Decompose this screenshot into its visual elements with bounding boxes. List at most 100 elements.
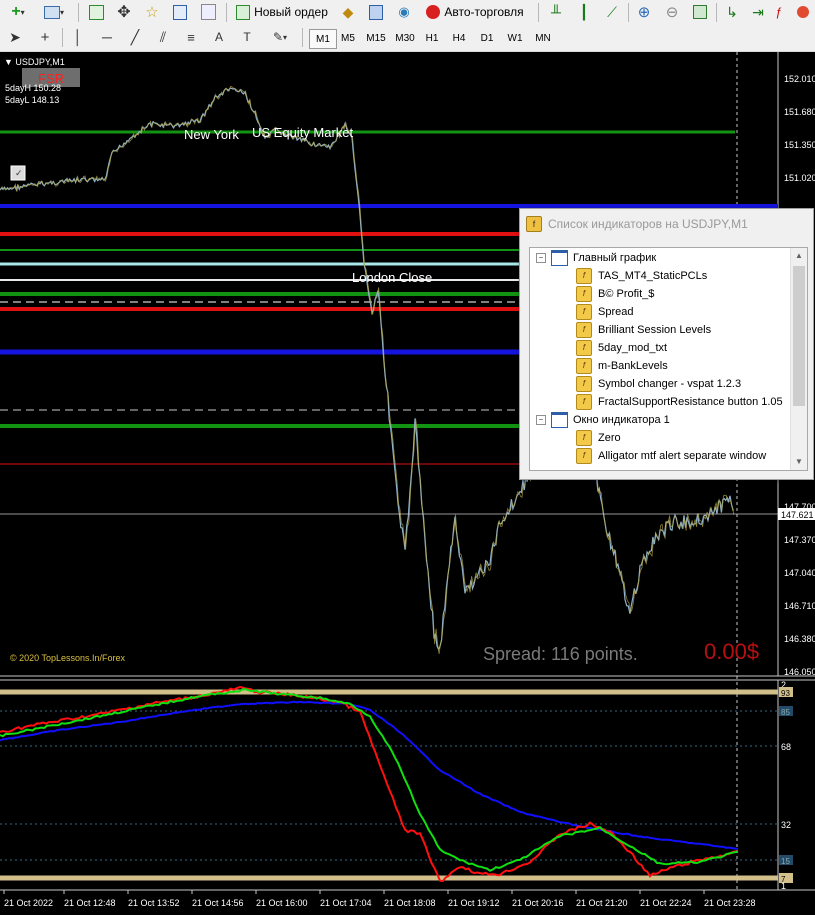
- metaeditor-button[interactable]: ◆: [338, 2, 358, 22]
- timeframe-mn[interactable]: MN: [531, 29, 555, 47]
- tree-item-indicator[interactable]: f Alligator mtf alert separate window: [576, 447, 766, 465]
- indicator-fx-icon: f: [576, 448, 592, 464]
- scroll-down-icon[interactable]: ▼: [791, 454, 807, 470]
- indicator-list-window[interactable]: f Список индикаторов на USDJPY,M1 − Глав…: [519, 208, 814, 480]
- indicator-fx-icon: f: [576, 286, 592, 302]
- session-london-close-label: London Close: [352, 270, 432, 285]
- timeframe-m5[interactable]: M5: [336, 29, 360, 47]
- indicator-tree[interactable]: − Главный график f TAS_MT4_StaticPCLs f B©…: [529, 247, 808, 471]
- indicator-icon: f: [526, 216, 542, 232]
- zoom-out-icon: ⊖: [665, 4, 679, 21]
- sub-axis-tick: 32: [781, 820, 791, 830]
- label-button[interactable]: T: [236, 27, 258, 47]
- zoom-out-button[interactable]: ⊖: [662, 2, 682, 22]
- tile-windows-icon: [693, 5, 707, 19]
- timeframe-m1[interactable]: M1: [309, 29, 337, 49]
- scroll-up-icon[interactable]: ▲: [791, 248, 807, 264]
- separator: [226, 3, 227, 22]
- terminal-button[interactable]: [170, 2, 190, 22]
- signals-button[interactable]: ◉: [394, 2, 414, 22]
- timeframe-h4[interactable]: H4: [447, 29, 471, 47]
- trendline-button[interactable]: ╱: [124, 27, 146, 47]
- subwindow-levels: [0, 689, 778, 881]
- vertical-line-icon: │: [73, 29, 83, 45]
- scrollbar-thumb[interactable]: [793, 266, 805, 406]
- copyright-label: © 2020 TopLessons.In/Forex: [10, 653, 126, 663]
- price-tick: 151.350: [784, 140, 815, 150]
- chart-shift-button[interactable]: ⇥: [748, 2, 768, 22]
- sub-level-label: 85: [781, 708, 790, 717]
- text-button[interactable]: A: [208, 27, 230, 47]
- tree-item-indicator[interactable]: f Brilliant Session Levels: [576, 321, 711, 339]
- autoscroll-button[interactable]: ↳: [722, 2, 742, 22]
- channel-icon: ⫽: [159, 28, 167, 45]
- shapes-icon: ✎: [272, 30, 284, 44]
- tile-windows-button[interactable]: [690, 2, 710, 22]
- channel-button[interactable]: ⫽: [152, 27, 174, 47]
- profiles-button[interactable]: ▾: [40, 2, 68, 22]
- timeframe-w1[interactable]: W1: [503, 29, 527, 47]
- tree-group-indicator-window[interactable]: − Окно индикатора 1: [536, 411, 670, 429]
- vertical-line-button[interactable]: │: [68, 27, 88, 47]
- price-tick: 146.710: [784, 601, 815, 611]
- chevron-down-icon: ▾: [59, 7, 64, 17]
- tree-item-indicator[interactable]: f 5day_mod_txt: [576, 339, 667, 357]
- new-order-button[interactable]: Новый ордер: [234, 2, 330, 22]
- tree-item-indicator[interactable]: f Symbol changer - vspat 1.2.3: [576, 375, 741, 393]
- separator: [716, 3, 717, 22]
- price-tick: 147.040: [784, 568, 815, 578]
- tree-item-label: B© Profit_$: [598, 288, 655, 300]
- tree-item-indicator[interactable]: f FractalSupportResistance button 1.05: [576, 393, 783, 411]
- collapse-icon[interactable]: −: [536, 415, 546, 425]
- tree-item-indicator[interactable]: f B© Profit_$: [576, 285, 654, 303]
- autotrading-button[interactable]: Авто-торговля: [420, 2, 530, 22]
- market-button[interactable]: [366, 2, 386, 22]
- timeframe-d1[interactable]: D1: [475, 29, 499, 47]
- time-tick: 21 Oct 12:48: [64, 898, 116, 908]
- new-chart-button[interactable]: + ▾: [4, 2, 32, 22]
- indicator-list-title-bar[interactable]: f Список индикаторов на USDJPY,M1: [520, 209, 813, 239]
- zoom-in-button[interactable]: ⊕: [634, 2, 654, 22]
- spread-label: Spread: 116 points.: [483, 644, 638, 664]
- time-tick: 21 Oct 22:24: [640, 898, 692, 908]
- tree-scrollbar[interactable]: ▲ ▼: [790, 248, 807, 470]
- market-watch-button[interactable]: [86, 2, 106, 22]
- shapes-button[interactable]: ✎ ▾: [264, 27, 296, 47]
- separator: [78, 3, 79, 22]
- line-chart-button[interactable]: ⟋: [602, 2, 622, 22]
- time-tick: 21 Oct 14:56: [192, 898, 244, 908]
- timeframe-m15[interactable]: M15: [362, 29, 390, 47]
- indicators-button[interactable]: ƒ: [772, 2, 786, 22]
- market-watch-icon: [88, 4, 104, 20]
- timeframe-h1[interactable]: H1: [420, 29, 444, 47]
- tree-item-indicator[interactable]: f TAS_MT4_StaticPCLs: [576, 267, 707, 285]
- fibonacci-button[interactable]: ≡: [180, 27, 202, 47]
- timeframe-m30[interactable]: M30: [392, 29, 418, 47]
- tree-item-indicator[interactable]: f Spread: [576, 303, 633, 321]
- bar-chart-icon: ╨: [551, 4, 561, 20]
- tree-group-main-chart[interactable]: − Главный график: [536, 249, 656, 267]
- periods-button[interactable]: [794, 2, 812, 22]
- separator: [62, 28, 63, 47]
- cursor-button[interactable]: ➤: [4, 27, 26, 47]
- indicator-fx-icon: f: [576, 376, 592, 392]
- symbol-label: ▼ USDJPY,M1: [4, 57, 65, 67]
- tree-item-indicator[interactable]: f m-BankLevels: [576, 357, 668, 375]
- favorites-button[interactable]: ☆: [142, 2, 162, 22]
- tree-group-label: Окно индикатора 1: [573, 414, 670, 426]
- crosshair-button[interactable]: +: [34, 27, 56, 47]
- strategy-tester-button[interactable]: [198, 2, 218, 22]
- horizontal-line-button[interactable]: ─: [96, 27, 118, 47]
- candlestick-button[interactable]: ┃: [574, 2, 594, 22]
- star-icon: ☆: [145, 4, 159, 21]
- bar-chart-button[interactable]: ╨: [546, 2, 566, 22]
- chart-canvas: 147.621 152.010 151.680 151.350 151.020 …: [0, 52, 815, 908]
- clock-icon: [797, 6, 809, 18]
- price-tick: 151.680: [784, 107, 815, 117]
- collapse-icon[interactable]: −: [536, 253, 546, 263]
- sub-level-label: 15: [781, 857, 790, 866]
- triangle-down-icon: ▼: [4, 57, 15, 67]
- navigator-button[interactable]: ✥: [114, 2, 134, 22]
- chart-window[interactable]: 147.621 152.010 151.680 151.350 151.020 …: [0, 52, 815, 915]
- tree-item-indicator[interactable]: f Zero: [576, 429, 621, 447]
